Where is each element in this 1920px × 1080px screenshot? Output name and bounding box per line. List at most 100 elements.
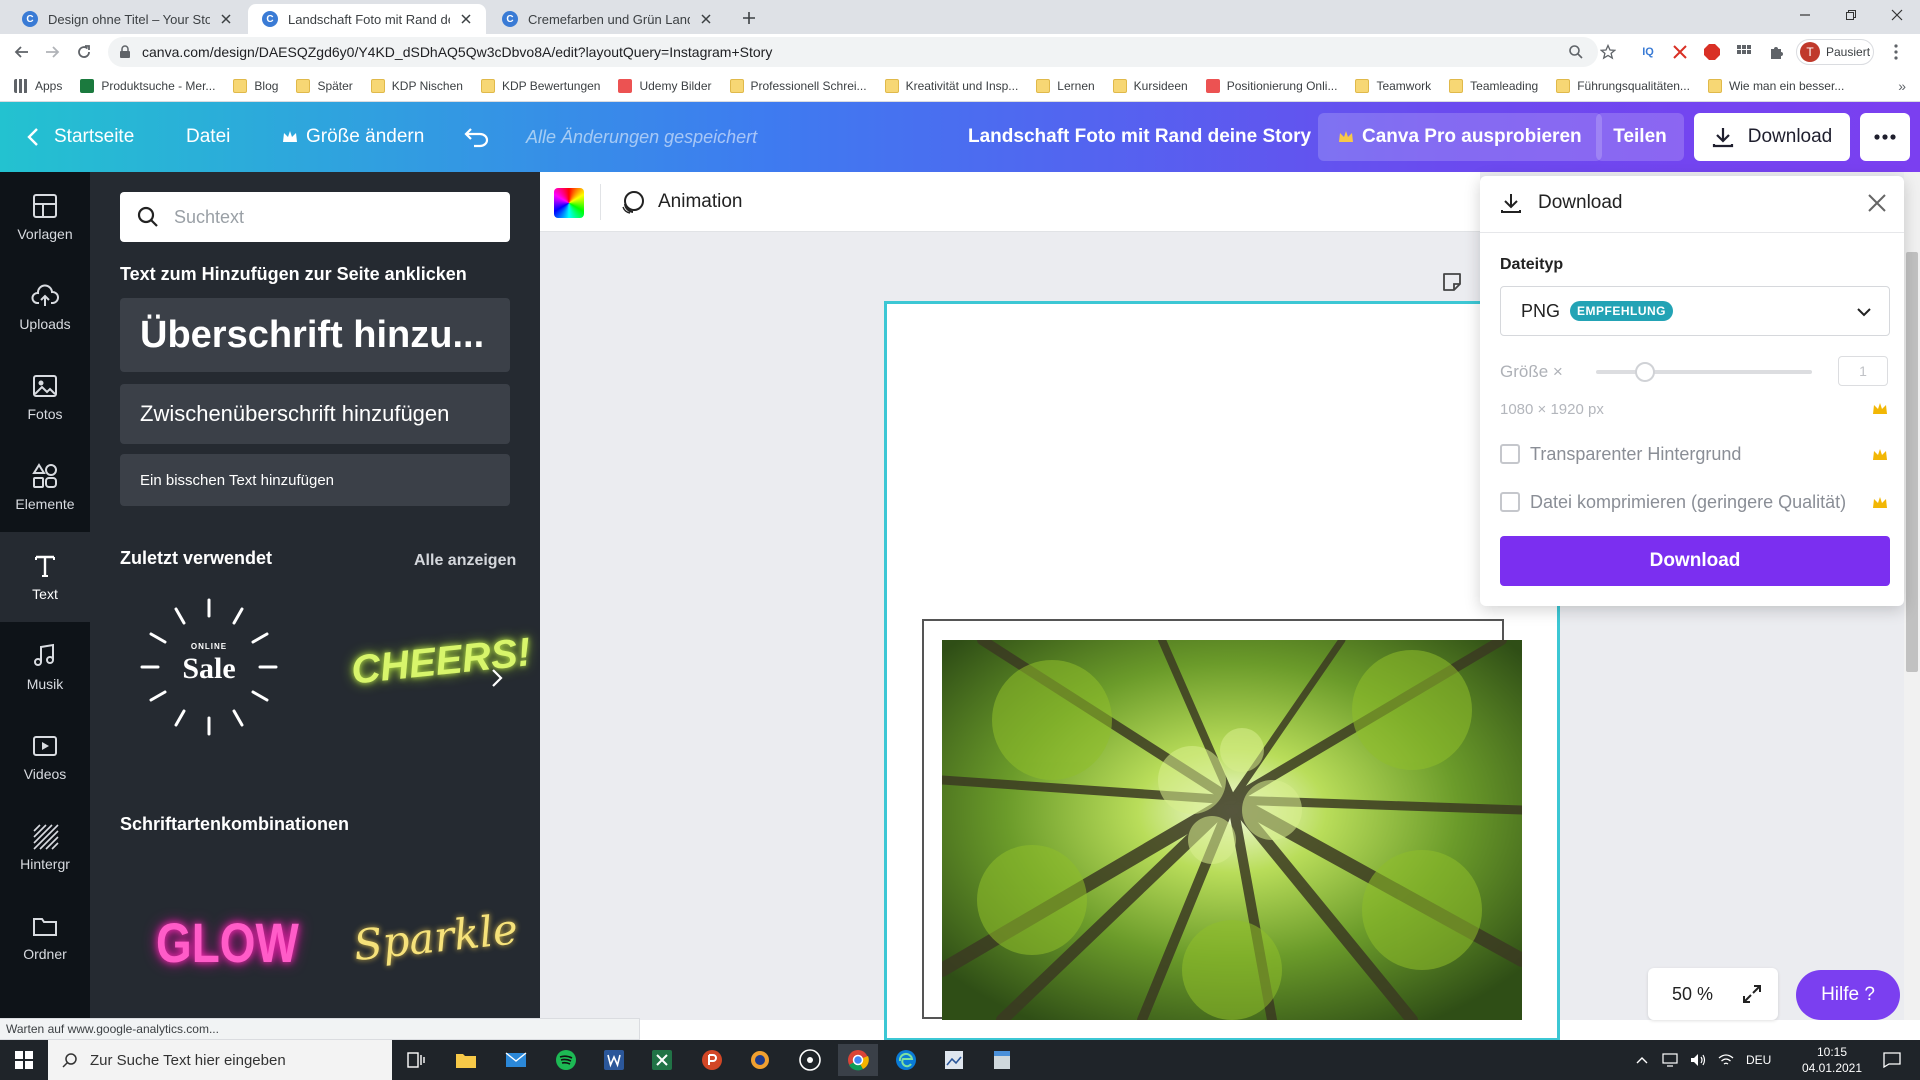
canvas-scrollbar[interactable] [1904,172,1920,1020]
browser-tab-2[interactable]: C Landschaft Foto mit Rand deine [248,4,486,34]
restore-icon[interactable] [1828,0,1874,30]
bookmark-star-icon[interactable] [1598,42,1618,62]
size-slider[interactable] [1596,362,1812,382]
notification-icon[interactable] [1872,1044,1912,1076]
rail-item-music[interactable]: Musik [0,622,90,712]
chevron-up-icon[interactable] [1636,1056,1648,1064]
bookmark-item[interactable]: Positionierung Onli... [1205,78,1337,93]
filetype-select[interactable]: PNG EMPFEHLUNG [1500,286,1890,336]
share-button[interactable]: Teilen [1596,113,1684,161]
add-body-text-button[interactable]: Ein bisschen Text hinzufügen [120,454,510,506]
grid-extension-icon[interactable] [1734,42,1754,62]
color-swatch[interactable] [554,188,584,218]
forest-canopy-photo[interactable] [942,640,1522,1020]
bookmark-item[interactable]: Später [296,78,353,93]
image-app-icon[interactable] [934,1044,974,1076]
bookmark-item[interactable]: KDP Nischen [370,78,463,93]
iq-extension-icon[interactable]: IQ [1638,42,1658,62]
edge-icon[interactable] [886,1044,926,1076]
close-icon[interactable] [458,11,474,27]
bookmark-item[interactable]: Teamwork [1355,78,1431,93]
zoom-lens-icon[interactable] [1566,42,1586,62]
file-menu-button[interactable]: Datei [186,102,230,172]
speaker-icon[interactable] [1690,1053,1706,1067]
animation-button[interactable]: Animation [620,172,743,232]
chrome-icon[interactable] [838,1044,878,1076]
rail-item-templates[interactable]: Vorlagen [0,172,90,262]
kebab-menu-icon[interactable] [1886,42,1906,62]
app-icon[interactable] [740,1044,780,1076]
powerpoint-icon[interactable] [692,1044,732,1076]
back-arrow-icon[interactable] [10,40,34,64]
search-input[interactable] [174,206,494,228]
bookmark-item[interactable]: Lernen [1036,78,1095,93]
close-window-icon[interactable] [1874,0,1920,30]
spotify-icon[interactable] [546,1044,586,1076]
panel-search[interactable] [120,192,510,242]
document-title[interactable]: Landschaft Foto mit Rand deine Story [968,102,1311,172]
add-subheading-button[interactable]: Zwischenüberschrift hinzufügen [120,384,510,444]
chevron-right-icon[interactable] [490,668,510,692]
zoom-control[interactable]: 50 % [1648,968,1778,1020]
rail-item-folder[interactable]: Ordner [0,892,90,982]
more-options-button[interactable] [1860,113,1910,161]
bookmark-item[interactable]: Führungsqualitäten... [1556,78,1690,93]
fullscreen-expand-icon[interactable] [1740,982,1764,1006]
transparent-checkbox[interactable] [1500,444,1520,464]
add-heading-button[interactable]: Überschrift hinzu... [120,298,510,372]
bookmark-item[interactable]: Teamleading [1449,78,1538,93]
rail-item-photos[interactable]: Fotos [0,352,90,442]
rail-item-uploads[interactable]: Uploads [0,262,90,352]
undo-button[interactable] [464,102,490,172]
slider-handle[interactable] [1635,362,1656,382]
forward-arrow-icon[interactable] [40,40,64,64]
rail-item-videos[interactable]: Videos [0,712,90,802]
obs-icon[interactable] [790,1044,830,1076]
word-icon[interactable] [594,1044,634,1076]
close-icon[interactable] [218,11,234,27]
file-explorer-icon[interactable] [446,1044,486,1076]
bookmark-item[interactable]: Professionell Schrei... [729,78,867,93]
help-button[interactable]: Hilfe ? [1796,970,1900,1020]
bookmark-item[interactable]: Wie man ein besser... [1707,78,1844,93]
browser-tab-1[interactable]: C Design ohne Titel – Your Story [8,4,246,34]
combo-glow-sample[interactable]: GLOW [156,910,299,980]
tracking-extension-icon[interactable] [1670,42,1690,62]
excel-icon[interactable] [642,1044,682,1076]
task-view-icon[interactable] [396,1044,436,1076]
combo-sparkle-sample[interactable]: Sparkle [351,904,520,981]
browser-tab-3[interactable]: C Cremefarben und Grün Landkarte [488,4,726,34]
bookmark-item[interactable]: Kursideen [1112,78,1188,93]
windows-start-button[interactable] [0,1040,48,1080]
canva-pro-button[interactable]: Canva Pro ausprobieren [1318,113,1602,161]
scrollbar-thumb[interactable] [1906,252,1918,672]
download-button[interactable]: Download [1694,113,1850,161]
minimize-icon[interactable] [1782,0,1828,30]
mail-icon[interactable] [496,1044,536,1076]
close-icon[interactable] [698,11,714,27]
bookmark-item[interactable]: Produktsuche - Mer... [80,78,215,93]
extensions-puzzle-icon[interactable] [1766,42,1786,62]
size-input[interactable]: 1 [1838,356,1888,386]
bookmark-item[interactable]: Kreativität und Insp... [884,78,1018,93]
adblock-icon[interactable] [1702,42,1722,62]
resize-button[interactable]: Größe ändern [282,102,424,172]
close-icon[interactable] [1866,192,1888,214]
device-icon[interactable] [1662,1053,1678,1067]
notes-icon[interactable] [1440,270,1464,294]
compress-checkbox[interactable] [1500,492,1520,512]
bookmark-item[interactable]: Udemy Bilder [618,78,712,93]
show-all-link[interactable]: Alle anzeigen [414,552,516,570]
bookmarks-overflow-icon[interactable]: » [1898,78,1906,94]
new-tab-plus-icon[interactable] [738,7,760,29]
keyboard-language[interactable]: DEU [1746,1053,1771,1067]
rail-item-elements[interactable]: Elemente [0,442,90,532]
download-submit-button[interactable]: Download [1500,536,1890,586]
home-button[interactable]: Startseite [26,102,134,172]
taskbar-search[interactable]: Zur Suche Text hier eingeben [48,1040,392,1080]
network-icon[interactable] [1718,1053,1734,1067]
rail-item-background[interactable]: Hintergr [0,802,90,892]
rail-item-text[interactable]: Text [0,532,90,622]
recent-cheers-sample[interactable]: CHEERS! [349,630,533,708]
reload-icon[interactable] [72,40,96,64]
